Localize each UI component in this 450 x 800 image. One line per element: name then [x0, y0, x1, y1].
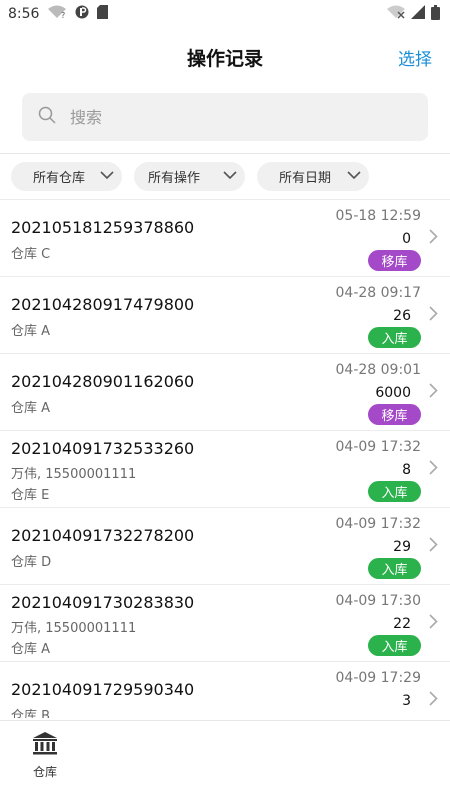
record-quantity: 22: [393, 616, 411, 632]
svg-text:?: ?: [61, 11, 65, 19]
bottom-tab-bar: 仓库: [0, 720, 450, 800]
record-id: 202104091729590340: [11, 680, 195, 699]
record-warehouse: 仓库 C: [11, 247, 51, 262]
record-warehouse: 仓库 E: [11, 488, 50, 503]
record-quantity: 6000: [375, 385, 411, 401]
record-time: 04-09 17:32: [335, 516, 421, 532]
search-box[interactable]: [22, 93, 428, 141]
status-bar: 8:56 ?: [0, 0, 450, 28]
record-warehouse: 仓库 D: [11, 555, 52, 570]
chevron-down-icon: [347, 169, 361, 184]
status-time: 8:56: [8, 6, 40, 22]
app-notification-icon: [75, 5, 89, 23]
bank-icon: [32, 731, 58, 759]
chevron-right-icon: [429, 614, 438, 633]
chevron-right-icon: [429, 306, 438, 325]
operation-badge: 入库: [368, 481, 421, 502]
operation-filter[interactable]: 所有操作: [134, 162, 245, 191]
record-id: 202105181259378860: [11, 218, 195, 237]
chevron-down-icon: [223, 169, 237, 184]
operation-badge: 入库: [368, 635, 421, 656]
wifi-question-icon: ?: [47, 5, 67, 23]
date-filter[interactable]: 所有日期: [257, 162, 369, 191]
operation-badge: 移库: [368, 250, 421, 271]
record-quantity: 0: [402, 231, 411, 247]
record-id: 202104091732278200: [11, 526, 195, 545]
warehouse-filter[interactable]: 所有仓库: [11, 162, 122, 191]
record-time: 04-09 17:32: [335, 439, 421, 455]
filter-bar: 所有仓库 所有操作 所有日期: [0, 154, 450, 199]
record-time: 04-09 17:30: [335, 593, 421, 609]
record-contact: 万伟, 15500001111: [11, 621, 137, 636]
chevron-down-icon: [100, 169, 114, 184]
record-warehouse: 仓库 B: [11, 709, 51, 718]
chevron-right-icon: [429, 229, 438, 248]
record-quantity: 8: [402, 462, 411, 478]
record-id: 202104091732533260: [11, 439, 195, 458]
operation-badge: 入库: [368, 327, 421, 348]
record-quantity: 29: [393, 539, 411, 555]
record-warehouse: 仓库 A: [11, 401, 51, 416]
record-time: 05-18 12:59: [335, 208, 421, 224]
app-header: 操作记录 选择: [0, 28, 450, 86]
record-contact: 万伟, 15500001111: [11, 467, 137, 482]
record-row[interactable]: 202104280901162060 仓库 A 04-28 09:01 6000…: [0, 354, 450, 431]
filter-label: 所有操作: [148, 171, 201, 186]
filter-label: 所有日期: [279, 171, 332, 186]
record-id: 202104280917479800: [11, 295, 195, 314]
record-row[interactable]: 202104091729590340 仓库 B 04-09 17:29 3: [0, 662, 450, 718]
chevron-right-icon: [429, 383, 438, 402]
record-row[interactable]: 202104091732278200 仓库 D 04-09 17:32 29 入…: [0, 508, 450, 585]
record-time: 04-28 09:01: [335, 362, 421, 378]
record-id: 202104091730283830: [11, 593, 195, 612]
record-warehouse: 仓库 A: [11, 324, 51, 339]
record-time: 04-28 09:17: [335, 285, 421, 301]
record-row[interactable]: 202104091730283830 万伟, 15500001111 仓库 A …: [0, 585, 450, 662]
record-time: 04-09 17:29: [335, 670, 421, 686]
chevron-right-icon: [429, 691, 438, 710]
record-id: 202104280901162060: [11, 372, 195, 391]
record-quantity: 3: [402, 693, 411, 709]
operation-badge: 移库: [368, 404, 421, 425]
record-row[interactable]: 202104280917479800 仓库 A 04-28 09:17 26 入…: [0, 277, 450, 354]
search-icon: [38, 106, 56, 128]
records-list: 202105181259378860 仓库 C 05-18 12:59 0 移库…: [0, 200, 450, 718]
signal-icon: [411, 5, 425, 23]
operation-badge: 入库: [368, 558, 421, 579]
tab-label: 仓库: [32, 765, 57, 779]
search-section: [0, 86, 450, 141]
search-input[interactable]: [70, 107, 370, 127]
record-warehouse: 仓库 A: [11, 642, 51, 657]
chevron-right-icon: [429, 460, 438, 479]
tab-warehouse[interactable]: 仓库: [20, 731, 70, 780]
chevron-right-icon: [429, 537, 438, 556]
select-button[interactable]: 选择: [398, 45, 432, 70]
record-quantity: 26: [393, 308, 411, 324]
wifi-off-icon: [387, 5, 405, 23]
sd-card-icon: [97, 5, 109, 23]
page-title: 操作记录: [186, 47, 263, 70]
battery-icon: [431, 4, 440, 24]
filter-label: 所有仓库: [33, 171, 86, 186]
record-row[interactable]: 202104091732533260 万伟, 15500001111 仓库 E …: [0, 431, 450, 508]
record-row[interactable]: 202105181259378860 仓库 C 05-18 12:59 0 移库: [0, 200, 450, 277]
